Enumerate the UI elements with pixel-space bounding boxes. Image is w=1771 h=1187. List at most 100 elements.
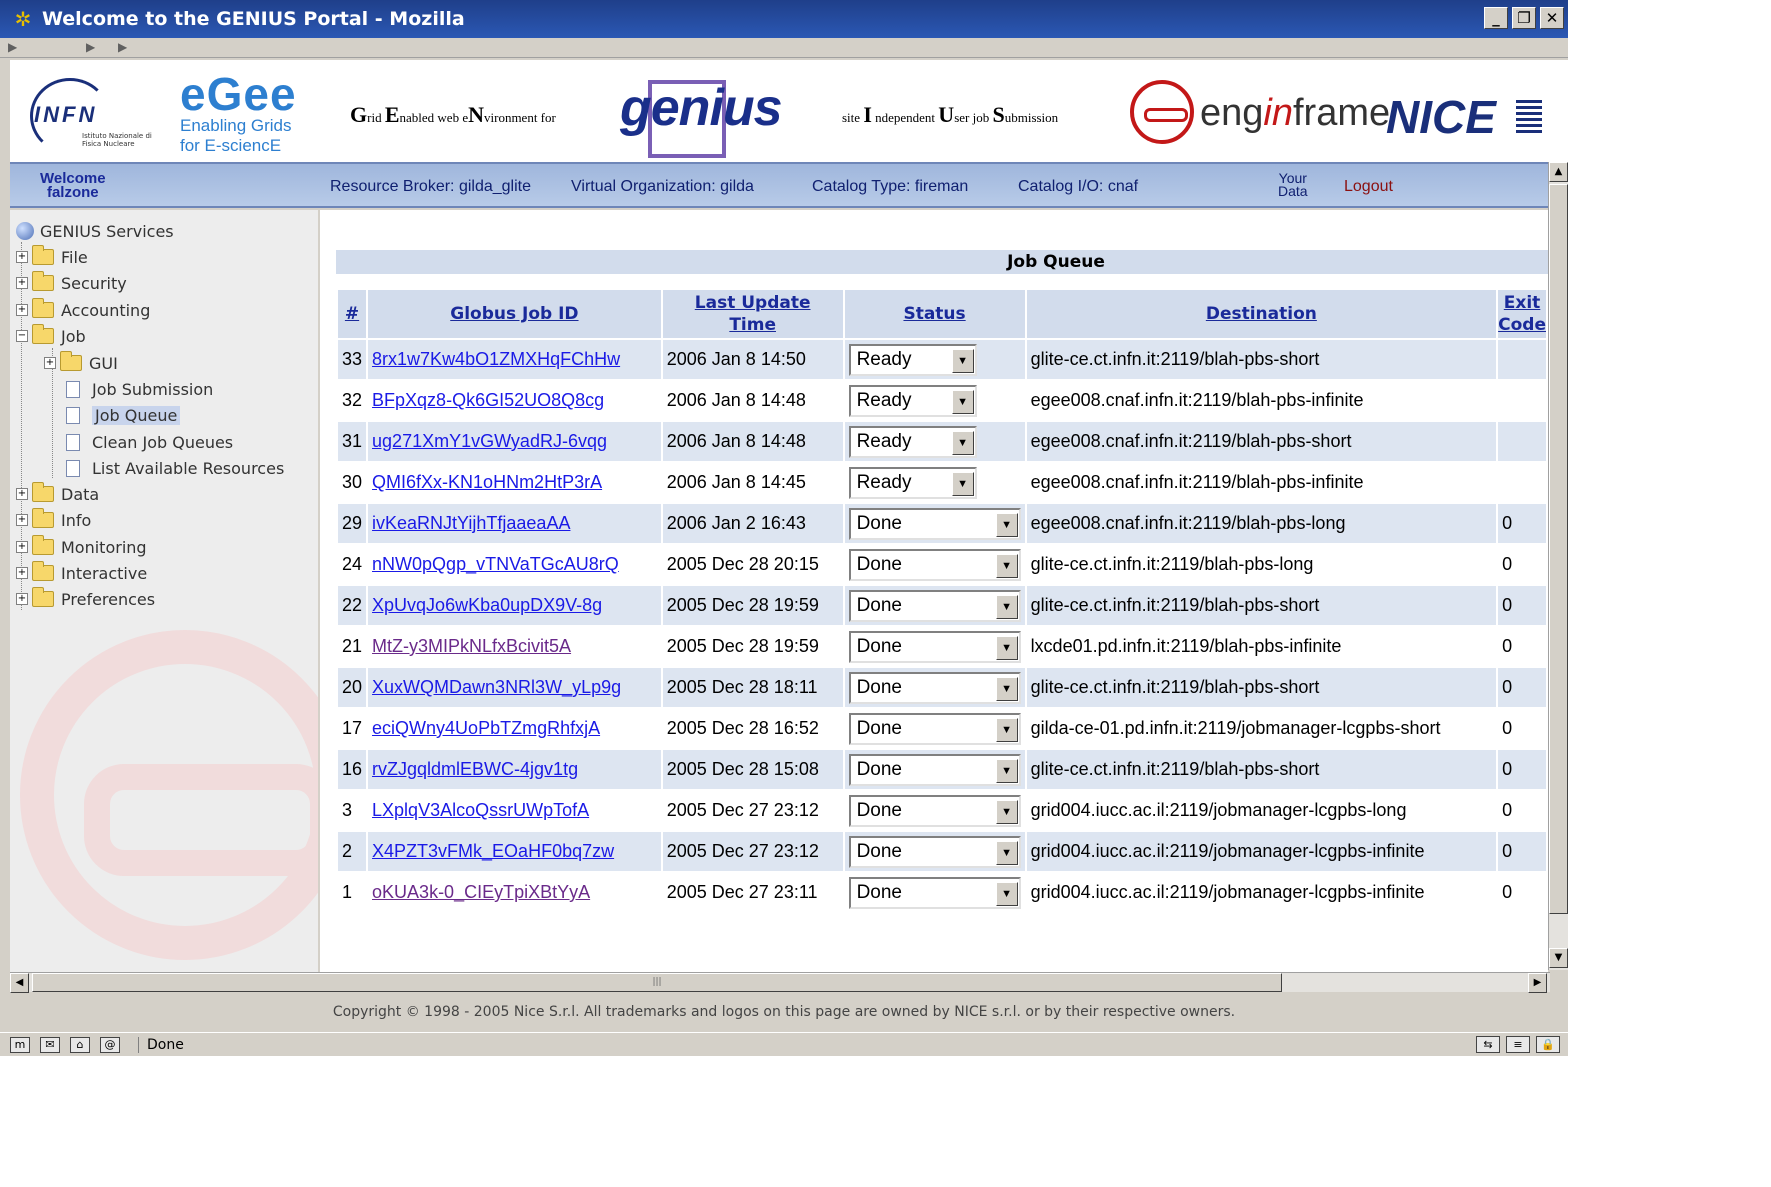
tree-item-list-resources[interactable]: List Available Resources <box>66 455 284 481</box>
cookie-icon[interactable]: ≡ <box>1506 1036 1530 1053</box>
job-id-link[interactable]: LXplqV3AlcoQssrUWpTofA <box>372 800 589 820</box>
chevron-down-icon[interactable]: ▼ <box>995 799 1018 824</box>
status-select[interactable]: Done ▼ <box>848 507 1021 540</box>
tree-item-interactive[interactable]: + Interactive <box>16 560 147 586</box>
navigator-icon[interactable]: m <box>10 1036 30 1053</box>
job-status-cell: Done ▼ <box>844 504 1025 543</box>
mail-icon[interactable]: ✉ <box>40 1036 60 1053</box>
col-header-status[interactable]: Status <box>844 290 1025 338</box>
status-select[interactable]: Ready ▼ <box>848 466 977 499</box>
tree-item-clean-job-queues[interactable]: Clean Job Queues <box>66 429 233 455</box>
status-select[interactable]: Done ▼ <box>848 671 1021 704</box>
chevron-down-icon[interactable]: ▼ <box>995 758 1018 783</box>
status-select[interactable]: Done ▼ <box>848 835 1021 868</box>
tree-item-job[interactable]: − Job <box>16 323 86 349</box>
col-header-last-update[interactable]: Last Update Time <box>662 290 843 338</box>
composer-icon[interactable]: ⌂ <box>70 1036 90 1053</box>
expand-icon[interactable]: + <box>16 541 28 553</box>
job-id-link[interactable]: QMI6fXx-KN1oHNm2HtP3rA <box>372 472 602 492</box>
chevron-down-icon[interactable]: ▼ <box>951 430 974 455</box>
collapse-icon[interactable]: − <box>16 330 28 342</box>
job-id-link[interactable]: XpUvqJo6wKba0upDX9V-8g <box>372 595 602 615</box>
tree-item-info[interactable]: + Info <box>16 507 91 533</box>
col-header-job-id[interactable]: Globus Job ID <box>368 290 661 338</box>
status-select[interactable]: Done ▼ <box>848 589 1021 622</box>
toolbar-grip-icon[interactable]: ▶ <box>86 40 95 54</box>
chevron-down-icon[interactable]: ▼ <box>951 348 974 373</box>
chevron-down-icon[interactable]: ▼ <box>995 512 1018 537</box>
tree-item-job-submission[interactable]: Job Submission <box>66 376 213 402</box>
status-select-value: Ready <box>856 430 912 452</box>
status-select[interactable]: Done ▼ <box>848 630 1021 663</box>
close-button[interactable]: ✕ <box>1540 7 1564 29</box>
expand-icon[interactable]: + <box>16 277 28 289</box>
maximize-button[interactable]: ❐ <box>1512 7 1536 29</box>
job-id-link[interactable]: rvZJgqldmlEBWC-4jgv1tg <box>372 759 578 779</box>
status-select[interactable]: Ready ▼ <box>848 425 977 458</box>
your-data-link[interactable]: Your Data <box>1278 171 1308 198</box>
vertical-scroll-thumb[interactable] <box>1549 184 1568 914</box>
chevron-down-icon[interactable]: ▼ <box>995 553 1018 578</box>
scroll-down-button[interactable]: ▼ <box>1549 948 1568 968</box>
job-num: 32 <box>338 381 367 420</box>
col-header-destination[interactable]: Destination <box>1026 290 1497 338</box>
status-select[interactable]: Done ▼ <box>848 548 1021 581</box>
status-select[interactable]: Done ▼ <box>848 876 1021 909</box>
job-id-link[interactable]: BFpXqz8-Qk6GI52UO8Q8cg <box>372 390 604 410</box>
expand-icon[interactable]: + <box>16 251 28 263</box>
vertical-scrollbar[interactable]: ▲ ▼ <box>1548 162 1568 970</box>
expand-icon[interactable]: + <box>16 593 28 605</box>
chevron-down-icon[interactable]: ▼ <box>995 594 1018 619</box>
tree-root[interactable]: GENIUS Services <box>16 218 174 244</box>
job-id-link[interactable]: 8rx1w7Kw4bO1ZMXHqFChHw <box>372 349 620 369</box>
toolbar-grip-icon[interactable]: ▶ <box>8 40 17 54</box>
chevron-down-icon[interactable]: ▼ <box>995 881 1018 906</box>
tree-item-file[interactable]: + File <box>16 244 88 270</box>
horizontal-scrollbar[interactable]: ◀ ||| ▶ <box>10 972 1550 993</box>
tree-item-preferences[interactable]: + Preferences <box>16 586 155 612</box>
tree-item-job-queue[interactable]: Job Queue <box>66 402 181 428</box>
expand-icon[interactable]: + <box>44 357 56 369</box>
chevron-down-icon[interactable]: ▼ <box>951 471 974 496</box>
job-id-link[interactable]: oKUA3k-0_CIEyTpiXBtYyA <box>372 882 590 902</box>
job-id-link[interactable]: MtZ-y3MIPkNLfxBcivit5A <box>372 636 571 656</box>
scroll-left-button[interactable]: ◀ <box>10 973 29 993</box>
address-book-icon[interactable]: @ <box>100 1036 120 1053</box>
status-select[interactable]: Done ▼ <box>848 712 1021 745</box>
table-row: 22 XpUvqJo6wKba0upDX9V-8g 2005 Dec 28 19:5… <box>338 586 1546 625</box>
tree-item-data[interactable]: + Data <box>16 481 99 507</box>
horizontal-scroll-thumb[interactable]: ||| <box>32 973 1282 992</box>
chevron-down-icon[interactable]: ▼ <box>995 676 1018 701</box>
chevron-down-icon[interactable]: ▼ <box>995 635 1018 660</box>
toolbar-grip-icon[interactable]: ▶ <box>118 40 127 54</box>
status-select[interactable]: Ready ▼ <box>848 384 977 417</box>
col-header-num[interactable]: # <box>338 290 367 338</box>
expand-icon[interactable]: + <box>16 304 28 316</box>
job-id-link[interactable]: XuxWQMDawn3NRl3W_yLp9g <box>372 677 621 697</box>
logout-link[interactable]: Logout <box>1344 178 1393 196</box>
tree-item-accounting[interactable]: + Accounting <box>16 297 150 323</box>
chevron-down-icon[interactable]: ▼ <box>951 389 974 414</box>
col-header-exit-code[interactable]: Exit Code <box>1498 290 1546 338</box>
job-id-link[interactable]: eciQWny4UoPbTZmgRhfxjA <box>372 718 600 738</box>
expand-icon[interactable]: + <box>16 567 28 579</box>
tree-item-monitoring[interactable]: + Monitoring <box>16 534 147 560</box>
status-select[interactable]: Done ▼ <box>848 753 1021 786</box>
job-id-link[interactable]: ug271XmY1vGWyadRJ-6vqg <box>372 431 607 451</box>
job-id-link[interactable]: ivKeaRNJtYijhTfjaaeaAA <box>372 513 570 533</box>
tree-item-gui[interactable]: + GUI <box>44 350 118 376</box>
job-id-link[interactable]: X4PZT3vFMk_EOaHF0bq7zw <box>372 841 614 861</box>
minimize-button[interactable]: _ <box>1484 7 1508 29</box>
chevron-down-icon[interactable]: ▼ <box>995 840 1018 865</box>
online-status-icon[interactable]: ⇆ <box>1476 1036 1500 1053</box>
status-select[interactable]: Ready ▼ <box>848 343 977 376</box>
status-select[interactable]: Done ▼ <box>848 794 1021 827</box>
job-status-cell: Ready ▼ <box>844 381 1025 420</box>
expand-icon[interactable]: + <box>16 488 28 500</box>
scroll-up-button[interactable]: ▲ <box>1549 162 1568 182</box>
chevron-down-icon[interactable]: ▼ <box>995 717 1018 742</box>
scroll-right-button[interactable]: ▶ <box>1528 973 1547 993</box>
expand-icon[interactable]: + <box>16 514 28 526</box>
tree-item-security[interactable]: + Security <box>16 270 127 296</box>
job-id-link[interactable]: nNW0pQgp_vTNVaTGcAU8rQ <box>372 554 619 574</box>
